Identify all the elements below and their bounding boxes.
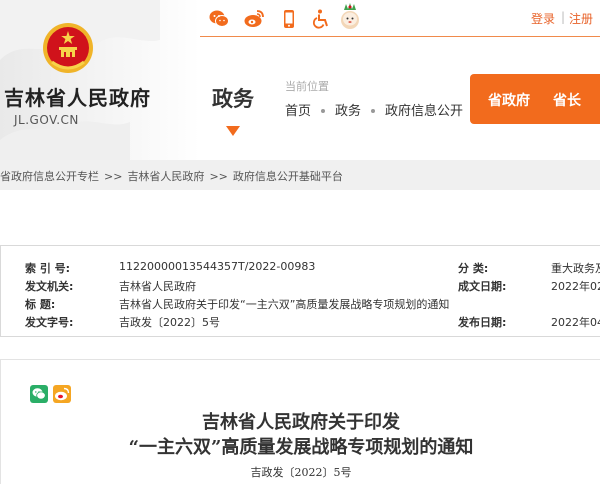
national-emblem-icon: [43, 23, 93, 73]
location-nav: 首页 政务 政府信息公开: [285, 100, 463, 119]
mascot-icon[interactable]: [338, 2, 362, 30]
issuer-label: 发文机关:: [25, 280, 74, 293]
nav-item-governor[interactable]: 省长: [553, 90, 581, 110]
breadcrumb: 省政府信息公开专栏 >> 吉林省人民政府 >> 政府信息公开基础平台: [0, 168, 343, 184]
wechat-icon[interactable]: [208, 8, 230, 30]
created-date-label: 成文日期:: [458, 280, 507, 293]
location-item-info-disclosure[interactable]: 政府信息公开: [385, 104, 463, 119]
published-date-value: 2022年04月: [551, 316, 600, 329]
location-item-government-affairs[interactable]: 政务: [335, 104, 361, 119]
link-separator: |: [561, 10, 566, 24]
section-title: 政务: [212, 87, 254, 111]
article-document-number: 吉政发〔2022〕5号: [250, 466, 352, 479]
issuer-value: 吉林省人民政府: [119, 280, 196, 293]
main-nav-bar: 省政府 省长: [470, 74, 600, 124]
breadcrumb-item-provincial-government[interactable]: 吉林省人民政府: [127, 170, 204, 183]
wechat-share-icon[interactable]: [30, 385, 48, 403]
title-label: 标 题:: [25, 298, 56, 311]
dot-separator-icon: [321, 108, 326, 113]
published-date-label: 发布日期:: [458, 316, 507, 329]
nav-item-province-government[interactable]: 省政府: [488, 90, 530, 110]
doc-number-value: 吉政发〔2022〕5号: [119, 316, 220, 329]
site-domain: JL.GOV.CN: [14, 113, 79, 127]
article-title-line-1: 吉林省人民政府关于印发: [202, 412, 400, 433]
login-link[interactable]: 登录: [531, 10, 555, 27]
cloud-decoration: [0, 0, 200, 160]
breadcrumb-separator: >>: [104, 170, 123, 183]
site-name[interactable]: 吉林省人民政府: [4, 82, 151, 111]
current-location-label: 当前位置: [285, 80, 329, 93]
doc-number-label: 发文字号:: [25, 316, 74, 329]
breadcrumb-separator: >>: [209, 170, 228, 183]
index-number-label: 索 引 号:: [25, 262, 71, 275]
article-title-line-2: “一主六双”高质量发展战略专项规划的通知: [128, 437, 474, 458]
section-indicator-arrow-icon: [226, 126, 240, 136]
article-card: 吉林省人民政府关于印发 “一主六双”高质量发展战略专项规划的通知 吉政发〔202…: [0, 359, 600, 484]
weibo-icon[interactable]: [243, 8, 265, 30]
site-header: 吉林省人民政府 JL.GOV.CN 政务 登录 | 注册 当前位置 首页 政务 …: [0, 0, 600, 160]
mobile-icon[interactable]: [278, 8, 300, 30]
document-metadata-table: 索 引 号: 11220000013544357T/2022-00983 分 类…: [0, 245, 600, 337]
category-label: 分 类:: [458, 262, 489, 275]
title-value: 吉林省人民政府关于印发“一主六双”高质量发展战略专项规划的通知: [119, 298, 450, 311]
register-link[interactable]: 注册: [569, 10, 593, 27]
header-divider: [200, 36, 600, 37]
created-date-value: 2022年02月: [551, 280, 600, 293]
breadcrumb-item-info-column[interactable]: 省政府信息公开专栏: [0, 170, 99, 183]
weibo-share-icon[interactable]: [53, 385, 71, 403]
category-value: 重大政务及: [551, 262, 600, 275]
dot-separator-icon: [371, 108, 376, 113]
index-number-value: 11220000013544357T/2022-00983: [119, 260, 316, 273]
breadcrumb-item-basic-platform[interactable]: 政府信息公开基础平台: [233, 170, 343, 183]
accessibility-icon[interactable]: [310, 8, 332, 30]
breadcrumb-bar: 省政府信息公开专栏 >> 吉林省人民政府 >> 政府信息公开基础平台: [0, 160, 600, 190]
location-item-home[interactable]: 首页: [285, 104, 311, 119]
